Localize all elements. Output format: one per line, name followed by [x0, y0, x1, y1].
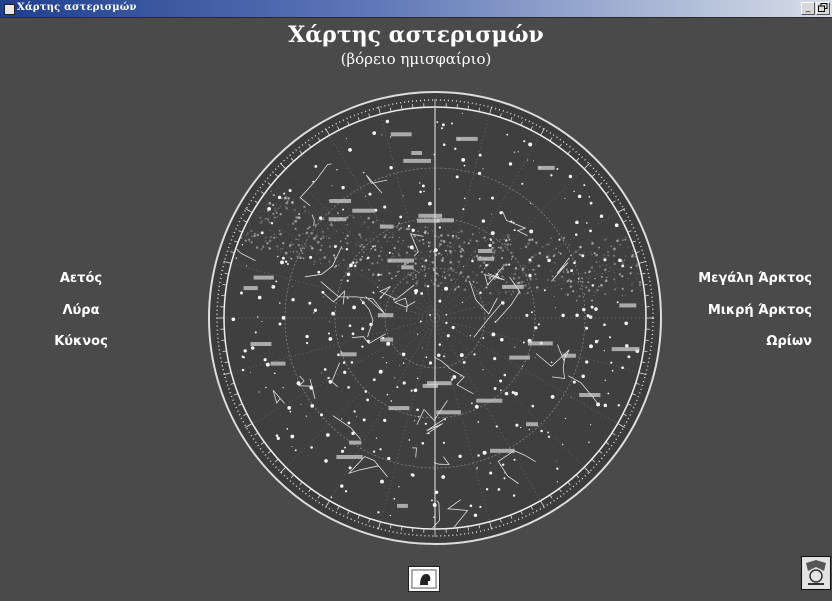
- link-mikri-arktos[interactable]: Μικρή Άρκτος: [682, 303, 812, 318]
- link-aetos[interactable]: Αετός: [54, 271, 108, 286]
- page-subtitle: (βόρειο ημισφαίριο): [340, 50, 492, 68]
- link-megali-arktos[interactable]: Μεγάλη Άρκτος: [682, 271, 812, 286]
- restore-icon: [818, 3, 828, 12]
- person-head-button[interactable]: [408, 566, 440, 592]
- window-titlebar: Χάρτης αστερισμών _: [0, 0, 832, 18]
- link-lyra[interactable]: Λύρα: [54, 303, 108, 318]
- restore-button[interactable]: [816, 2, 830, 15]
- minimize-button[interactable]: _: [801, 2, 815, 15]
- corner-logo-icon[interactable]: [801, 556, 831, 590]
- star-chart-svg: [208, 91, 662, 545]
- page-title: Χάρτης αστερισμών: [288, 22, 544, 48]
- star-chart-image: [205, 88, 665, 548]
- link-kyknos[interactable]: Κύκνος: [54, 334, 108, 349]
- window-controls: _: [801, 2, 830, 15]
- link-orion[interactable]: Ωρίων: [682, 334, 812, 349]
- window-title: Χάρτης αστερισμών: [17, 2, 137, 13]
- person-head-icon: [411, 569, 437, 589]
- app-icon[interactable]: [4, 4, 15, 15]
